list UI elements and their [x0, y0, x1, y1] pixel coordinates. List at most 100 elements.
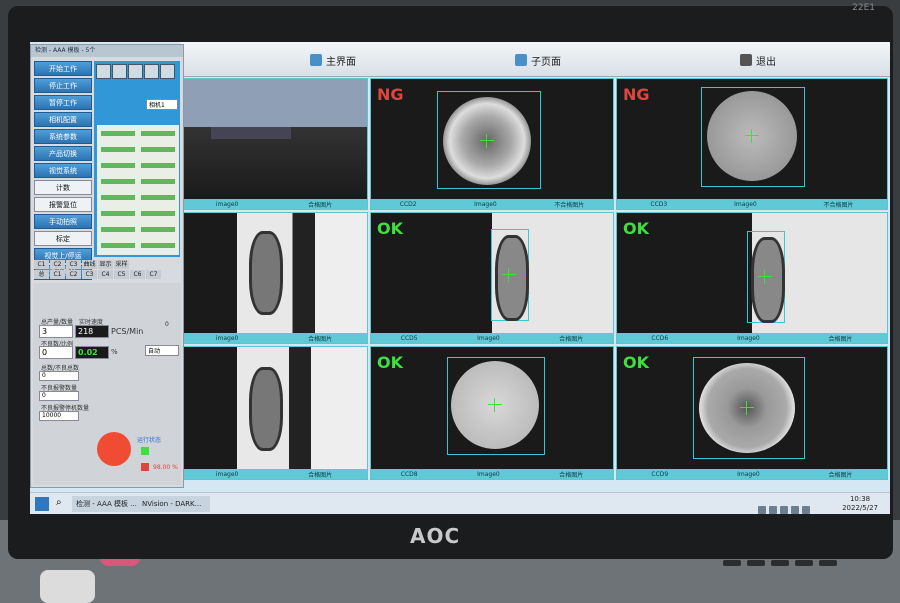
tab[interactable]: C5 — [114, 270, 129, 279]
main-page-label: 主界面 — [326, 56, 356, 68]
camera-cell-6[interactable]: OK CCD6 Image0 合格图片 — [616, 212, 888, 344]
taskbar-clock[interactable]: 10:38 2022/5/27 — [842, 495, 878, 513]
menu-button[interactable]: 暂停工作 — [34, 95, 92, 110]
exit-icon — [740, 54, 752, 66]
exit-button[interactable]: 退出 — [740, 50, 776, 70]
indicator-rate: 98.00 % — [153, 464, 178, 471]
camera-cell-8[interactable]: OK CCD8 Image0 合格图片 — [370, 346, 614, 480]
camera-cell-5[interactable]: OK CCD5 Image0 合格图片 — [370, 212, 614, 344]
camera-cell-4[interactable]: image0 合格图片 — [180, 212, 368, 344]
rate-unit: % — [111, 348, 118, 356]
menu-button[interactable]: 停止工作 — [34, 78, 92, 93]
tab[interactable]: C7 — [146, 270, 161, 279]
ng-value: 0 — [39, 346, 73, 359]
grid-icon — [515, 54, 527, 66]
part-image — [249, 231, 283, 315]
menu-button[interactable]: 计数 — [34, 180, 92, 195]
tab[interactable]: C1 — [50, 270, 65, 279]
tool-icon[interactable] — [112, 64, 127, 79]
exit-label: 退出 — [756, 56, 776, 68]
system-tray[interactable] — [758, 499, 818, 514]
status-label: NG — [377, 85, 404, 104]
camera-tabs: C1 C2 C3 曲线 显示 采样总 C1 C2 C3 C4 C5 C6 C7 — [33, 259, 181, 281]
control-menu: 开始工作停止工作暂停工作相机配置系统参数产品切换视觉系统计数报警复位手动拍照标定… — [34, 61, 92, 282]
menu-button[interactable]: 标定 — [34, 231, 92, 246]
menu-button[interactable]: 视觉系统 — [34, 163, 92, 178]
tab[interactable]: C3 — [82, 270, 97, 279]
main-page-button[interactable]: 主界面 — [310, 50, 356, 70]
status-label: OK — [623, 219, 649, 238]
status-label: OK — [377, 219, 403, 238]
menu-button[interactable]: 产品切换 — [34, 146, 92, 161]
clock-time: 10:38 — [849, 495, 871, 503]
status-label: OK — [377, 353, 403, 372]
menu-button[interactable]: 报警复位 — [34, 197, 92, 212]
tab[interactable]: C4 — [98, 270, 113, 279]
clock-date: 2022/5/27 — [842, 504, 878, 512]
tab[interactable]: 显示 — [98, 260, 113, 269]
center-crosshair — [758, 270, 772, 284]
speed-unit: PCS/Min — [111, 327, 144, 336]
screen: 主界面 子页面 退出 image0 合格图片 NG CCD2 Image0 不合格图片 — [30, 42, 890, 514]
center-crosshair — [480, 134, 494, 148]
camera-cell-3[interactable]: NG CCD3 Image0 不合格图片 — [616, 78, 888, 210]
camera-select[interactable]: 相机1 — [146, 99, 178, 110]
tab[interactable]: 总 — [34, 270, 49, 279]
count-value: 3 — [39, 325, 73, 338]
tab[interactable]: C2 — [50, 260, 65, 269]
taskbar-item-nvision[interactable]: NVision - DARK... — [138, 496, 210, 512]
menu-button[interactable]: 系统参数 — [34, 129, 92, 144]
menu-button[interactable]: 相机配置 — [34, 112, 92, 127]
center-crosshair — [502, 268, 516, 282]
input-field-3[interactable]: 10000 — [39, 411, 79, 421]
tab[interactable]: C1 — [34, 260, 49, 269]
camera-cell-7[interactable]: image0 合格图片 — [180, 346, 368, 480]
ratio-value: 0 — [165, 321, 169, 328]
tool-icon[interactable] — [128, 64, 143, 79]
tab[interactable]: C6 — [130, 270, 145, 279]
monitor-brand-logo: AOC — [410, 524, 461, 548]
tool-icon[interactable] — [160, 64, 175, 79]
tab[interactable]: C3 — [66, 260, 81, 269]
camera-cell-9[interactable]: OK CCD9 Image0 合格图片 — [616, 346, 888, 480]
input-field-2[interactable]: 0 — [39, 391, 79, 401]
center-crosshair — [488, 398, 502, 412]
tool-icon[interactable] — [144, 64, 159, 79]
taskbar: ⌕ 检测 - AAA 模板 ... NVision - DARK... 10:3… — [30, 492, 890, 514]
center-crosshair — [745, 129, 759, 143]
status-grid — [97, 125, 179, 255]
speed-value: 218 — [75, 325, 109, 338]
window-title: 检测 - AAA 模板 - 5个 — [31, 45, 183, 57]
camera-grid: image0 合格图片 NG CCD2 Image0 不合格图片 NG CCD3 Ima… — [180, 78, 890, 480]
menu-button[interactable]: 开始工作 — [34, 61, 92, 76]
camera-cell-2[interactable]: NG CCD2 Image0 不合格图片 — [370, 78, 614, 210]
tab[interactable]: C2 — [66, 270, 81, 279]
status-label: OK — [623, 353, 649, 372]
top-navigation: 主界面 子页面 退出 — [180, 42, 890, 77]
taskbar-item-detect[interactable]: 检测 - AAA 模板 ... — [72, 496, 142, 512]
search-icon[interactable]: ⌕ — [56, 497, 62, 508]
alarm-light-icon — [97, 432, 131, 466]
windows-start-icon[interactable] — [35, 497, 49, 511]
control-panel-window: 检测 - AAA 模板 - 5个 开始工作停止工作暂停工作相机配置系统参数产品切… — [30, 44, 184, 488]
center-crosshair — [740, 401, 754, 415]
sub-page-label: 子页面 — [531, 56, 561, 68]
status-label: NG — [623, 85, 650, 104]
input-field-1[interactable]: 0 — [39, 371, 79, 381]
tab[interactable]: 采样 — [114, 260, 129, 269]
white-cylinder — [40, 570, 95, 603]
monitor-buttons[interactable] — [723, 551, 873, 566]
ng-rate: 0.02 — [75, 346, 109, 359]
indicator-label: 运行状态 — [137, 437, 162, 444]
camera-cell-1[interactable]: image0 合格图片 — [180, 78, 368, 210]
home-icon — [310, 54, 322, 66]
tab[interactable]: 曲线 — [82, 260, 97, 269]
sub-page-button[interactable]: 子页面 — [515, 50, 561, 70]
ok-indicator — [141, 447, 149, 455]
ng-indicator — [141, 463, 149, 471]
mode-select[interactable]: 自动 — [145, 345, 179, 356]
monitor-model: 22E1 — [852, 3, 875, 13]
tool-icon[interactable] — [96, 64, 111, 79]
part-image — [249, 367, 283, 451]
menu-button[interactable]: 手动拍照 — [34, 214, 92, 229]
